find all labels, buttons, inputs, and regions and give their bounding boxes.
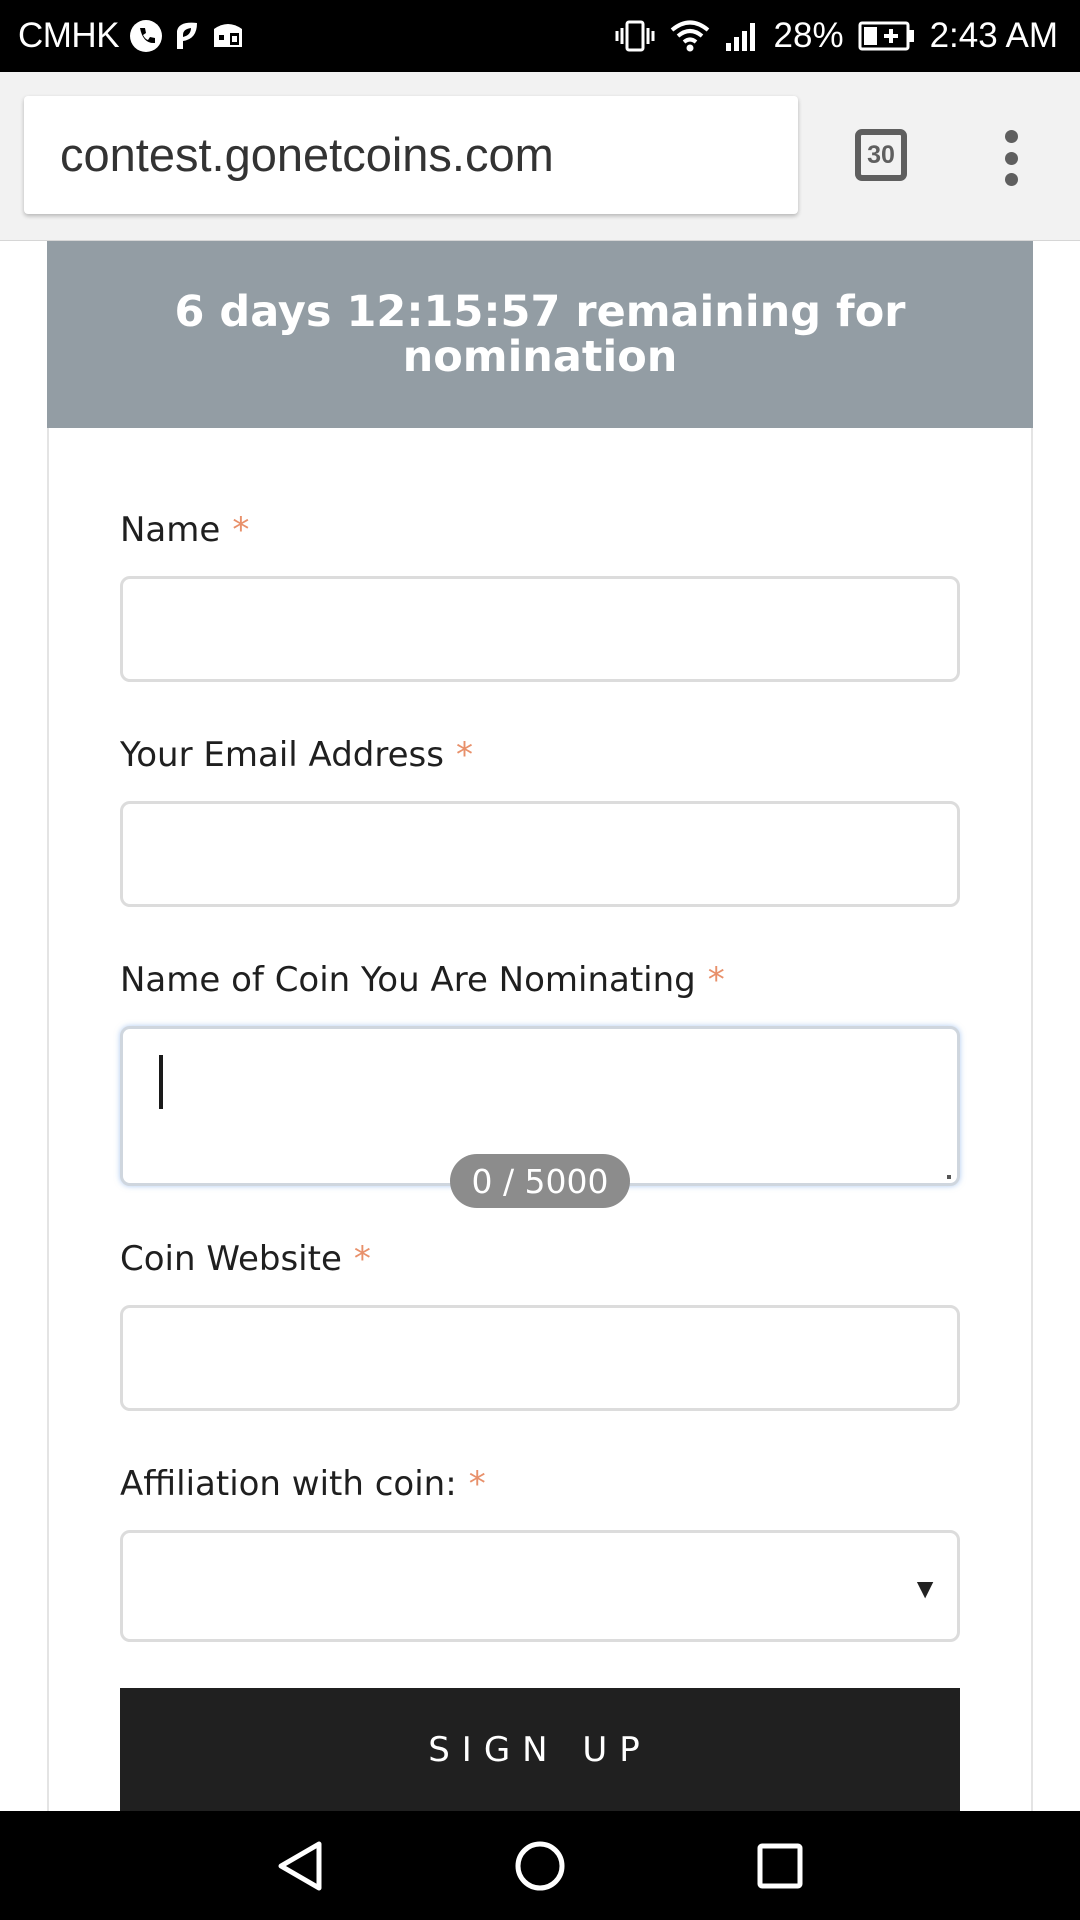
- url-text: contest.gonetcoins.com: [60, 128, 554, 181]
- website-label: Coin Website *: [120, 1239, 371, 1279]
- game-icon: [211, 21, 245, 51]
- wifi-icon: [670, 19, 710, 53]
- character-counter: 0 / 5000: [450, 1154, 630, 1208]
- tab-count: 30: [867, 140, 895, 169]
- more-vert-icon[interactable]: [996, 130, 1026, 186]
- status-left: CMHK: [18, 0, 245, 72]
- navigation-bar: [0, 1811, 1080, 1920]
- text-caret: [159, 1055, 163, 1109]
- affiliation-label-text: Affiliation with coin:: [120, 1464, 457, 1504]
- sign-up-label: SIGN UP: [428, 1729, 652, 1770]
- coin-name-label-text: Name of Coin You Are Nominating: [120, 960, 696, 1000]
- dropdown-arrow-icon: ▼: [911, 1573, 939, 1604]
- battery-percent: 28%: [773, 16, 844, 55]
- leaf-icon: [173, 19, 201, 53]
- name-field[interactable]: [120, 576, 960, 682]
- countdown-banner: 6 days 12:15:57 remaining for nomination: [47, 241, 1033, 428]
- required-mark: *: [353, 1239, 371, 1279]
- name-label: Name *: [120, 510, 249, 550]
- sign-up-button[interactable]: SIGN UP: [120, 1688, 960, 1811]
- home-icon[interactable]: [480, 1811, 600, 1920]
- required-mark: *: [707, 960, 725, 1000]
- tab-switcher-button[interactable]: 30: [855, 129, 907, 181]
- countdown-text: 6 days 12:15:57 remaining for nomination: [174, 286, 906, 382]
- required-mark: *: [232, 510, 250, 550]
- back-icon[interactable]: [240, 1811, 360, 1920]
- required-mark: *: [455, 735, 473, 775]
- clock-time: 2:43 AM: [929, 16, 1058, 55]
- recents-icon[interactable]: [720, 1811, 840, 1920]
- status-bar: CMHK 28% 2:43 AM: [0, 0, 1080, 72]
- email-field[interactable]: [120, 801, 960, 907]
- website-field[interactable]: [120, 1305, 960, 1411]
- browser-toolbar: contest.gonetcoins.com 30: [0, 72, 1080, 241]
- phone-icon: [129, 19, 163, 53]
- website-label-text: Coin Website: [120, 1239, 342, 1279]
- signal-icon: [724, 19, 760, 53]
- email-label-text: Your Email Address: [120, 735, 444, 775]
- affiliation-label: Affiliation with coin: *: [120, 1464, 486, 1504]
- status-right: 28% 2:43 AM: [614, 0, 1058, 72]
- battery-charging-icon: [858, 20, 916, 52]
- character-counter-text: 0 / 5000: [471, 1161, 609, 1201]
- required-mark: *: [468, 1464, 486, 1504]
- address-bar[interactable]: contest.gonetcoins.com: [24, 96, 798, 214]
- resize-handle[interactable]: [947, 1175, 951, 1179]
- carrier-name: CMHK: [18, 16, 120, 55]
- affiliation-select[interactable]: ▼: [120, 1530, 960, 1642]
- name-label-text: Name: [120, 510, 221, 550]
- coin-name-label: Name of Coin You Are Nominating *: [120, 960, 725, 1000]
- vibrate-icon: [614, 19, 656, 53]
- email-label: Your Email Address *: [120, 735, 473, 775]
